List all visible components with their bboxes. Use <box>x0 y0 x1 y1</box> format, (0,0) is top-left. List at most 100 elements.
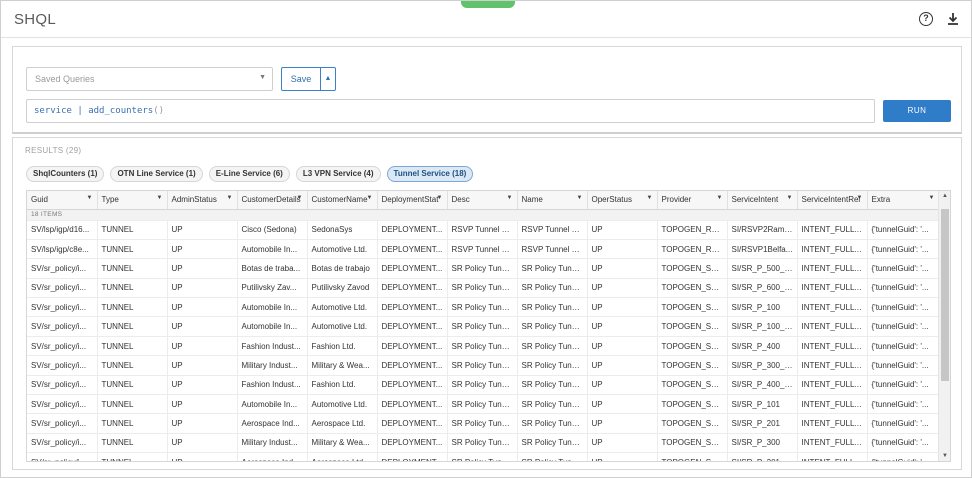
table-cell: UP <box>167 297 238 318</box>
scroll-down-icon[interactable]: ▼ <box>939 453 950 459</box>
table-row[interactable]: SV/sr_policy/i... TUNNEL UP Military Indust… <box>27 433 940 454</box>
table-cell: SR Policy Tunn... <box>447 355 518 376</box>
table-cell: Automobile In... <box>237 316 308 337</box>
table-cell: SR Policy Tunn... <box>517 452 588 461</box>
table-cell: INTENT_FULLY... <box>797 297 868 318</box>
table-cell: SR Policy Tunn... <box>517 297 588 318</box>
download-icon[interactable] <box>946 12 960 26</box>
table-cell: SR Policy Tunn... <box>447 316 518 337</box>
table-cell: {'tunnelGuid': '... <box>867 375 940 396</box>
table-cell: SR Policy Tunn... <box>447 258 518 279</box>
result-tab[interactable]: ShqlCounters (1) <box>26 166 105 182</box>
save-button[interactable]: Save <box>281 67 321 91</box>
column-header[interactable]: Extra ▼ <box>867 191 940 210</box>
column-header[interactable]: Guid ▼ <box>27 191 98 210</box>
table-row[interactable]: SV/sr_policy/i... TUNNEL UP Automobile In..… <box>27 297 940 318</box>
sort-caret-icon[interactable]: ▼ <box>87 195 93 201</box>
query-input[interactable]: service | add_counters() <box>26 99 875 123</box>
table-row[interactable]: SV/sr_policy/i... TUNNEL UP Fashion Indust.… <box>27 375 940 396</box>
table-cell: SI/SR_P_100_r... <box>727 316 798 337</box>
table-row[interactable]: SV/sr_policy/i... TUNNEL UP Putilivsky Zav.… <box>27 278 940 299</box>
column-header[interactable]: DeploymentStat ▼ <box>377 191 448 210</box>
table-cell: DEPLOYMENT... <box>377 278 448 299</box>
table-cell: SV/sr_policy/i... <box>27 394 98 415</box>
table-cell: TUNNEL <box>97 394 168 415</box>
scroll-up-icon[interactable]: ▲ <box>939 193 950 199</box>
table-row[interactable]: SV/sr_policy/i... TUNNEL UP Automobile In..… <box>27 316 940 337</box>
results-panel: RESULTS (29) ShqlCounters (1) OTN Line Se… <box>12 137 962 470</box>
table-row[interactable]: SV/sr_policy/i... TUNNEL UP Botas de traba.… <box>27 258 940 279</box>
help-icon[interactable]: ? <box>919 12 933 26</box>
table-cell: TOPOGEN_SR... <box>657 433 728 454</box>
column-header[interactable]: AdminStatus ▼ <box>167 191 238 210</box>
scrollbar-thumb[interactable] <box>941 209 949 381</box>
table-cell: Military Indust... <box>237 355 308 376</box>
sort-caret-icon[interactable]: ▼ <box>227 195 233 201</box>
result-tab[interactable]: L3 VPN Service (4) <box>295 166 381 182</box>
column-header[interactable]: Desc ▼ <box>447 191 518 210</box>
table-cell: TUNNEL <box>97 452 168 461</box>
table-row[interactable]: SV/sr_policy/i... TUNNEL UP Fashion Indust.… <box>27 336 940 357</box>
sort-caret-icon[interactable]: ▼ <box>437 195 443 201</box>
table-cell: INTENT_FULLY... <box>797 239 868 260</box>
table-row[interactable]: SV/sr_policy/i...TUNNELUPAerospace Ind..… <box>27 413 940 434</box>
column-header[interactable]: Type ▼ <box>97 191 168 210</box>
sort-caret-icon[interactable]: ▼ <box>929 195 935 201</box>
table-body: 18 ITEMS SV/lsp/igp/d16... TUNNEL UP Cisco (… <box>27 209 940 461</box>
table-cell: UP <box>167 452 238 461</box>
table-cell: Fashion Ltd. <box>307 375 378 396</box>
column-header-label: DeploymentStat <box>381 195 439 205</box>
table-cell: DEPLOYMENT... <box>377 452 448 461</box>
query-pipe: | <box>77 106 83 116</box>
table-cell: SI/RSVP1Belfa... <box>727 239 798 260</box>
table-cell: TOPOGEN_SR... <box>657 355 728 376</box>
sort-caret-icon[interactable]: ▼ <box>857 195 863 201</box>
table-cell: Automobile In... <box>237 239 308 260</box>
column-header[interactable]: Provider ▼ <box>657 191 728 210</box>
group-count-row: 18 ITEMS <box>27 209 940 221</box>
saved-queries-select[interactable]: Saved Queries ▼ <box>26 67 273 91</box>
column-header[interactable]: CustomerDetails ▼ <box>237 191 308 210</box>
table-cell: SI/SR_P_300_r... <box>727 355 798 376</box>
table-cell: SI/SR_P_400_r... <box>727 375 798 396</box>
table-row[interactable]: SV/sr_policy/i... TUNNEL UP Military Indust… <box>27 355 940 376</box>
save-options-button[interactable]: ▲ <box>320 67 336 91</box>
table-cell: SR Policy Tunn... <box>517 433 588 454</box>
sort-caret-icon[interactable]: ▼ <box>157 195 163 201</box>
column-header-label: Desc <box>451 195 470 205</box>
query-parens: () <box>153 106 165 116</box>
sort-caret-icon[interactable]: ▼ <box>787 195 793 201</box>
table-cell: UP <box>167 433 238 454</box>
column-header[interactable]: ServiceIntent ▼ <box>727 191 798 210</box>
run-button[interactable]: RUN <box>883 100 951 122</box>
table-row[interactable]: SV/lsp/igp/c8e... TUNNEL UP Automobile In..… <box>27 239 940 260</box>
result-tab[interactable]: OTN Line Service (1) <box>110 166 203 182</box>
sort-caret-icon[interactable]: ▼ <box>507 195 513 201</box>
sort-caret-icon[interactable]: ▼ <box>647 195 653 201</box>
sort-caret-icon[interactable]: ▼ <box>577 195 583 201</box>
table-cell: Automobile In... <box>237 297 308 318</box>
query-panel: Saved Queries ▼ Save ▲ service | add_cou… <box>12 46 962 134</box>
table-cell: RSVP Tunnel <... <box>447 220 518 240</box>
column-header[interactable]: CustomerName ▼ <box>307 191 378 210</box>
saved-queries-placeholder: Saved Queries <box>35 74 95 84</box>
table-row[interactable]: SV/sr_policy/i... TUNNEL UP Automobile In..… <box>27 394 940 415</box>
table-cell: INTENT_FULLY... <box>797 258 868 279</box>
column-header[interactable]: ServiceIntentRel ▼ <box>797 191 868 210</box>
column-header[interactable]: Name ▼ <box>517 191 588 210</box>
table-cell: UP <box>587 278 658 299</box>
table-row[interactable]: SV/lsp/igp/d16... TUNNEL UP Cisco (Sedona) S… <box>27 220 940 240</box>
table-cell: SV/sr_policy/i... <box>27 413 98 434</box>
sort-caret-icon[interactable]: ▼ <box>717 195 723 201</box>
vertical-scrollbar[interactable]: ▲ ▼ <box>938 191 950 461</box>
sort-caret-icon[interactable]: ▼ <box>297 195 303 201</box>
result-tab[interactable]: E-Line Service (6) <box>208 166 290 182</box>
column-header[interactable]: OperStatus ▼ <box>587 191 658 210</box>
page-title: SHQL <box>14 11 57 28</box>
table-cell: SI/SR_P_101 <box>727 394 798 415</box>
table-row[interactable]: SV/sr_policy/i...TUNNELUPAerospace Ind..… <box>27 452 940 461</box>
table-cell: DEPLOYMENT... <box>377 258 448 279</box>
result-tab[interactable]: Tunnel Service (18) <box>386 166 474 182</box>
sort-caret-icon[interactable]: ▼ <box>367 195 373 201</box>
table-cell: SR Policy Tunn... <box>517 355 588 376</box>
